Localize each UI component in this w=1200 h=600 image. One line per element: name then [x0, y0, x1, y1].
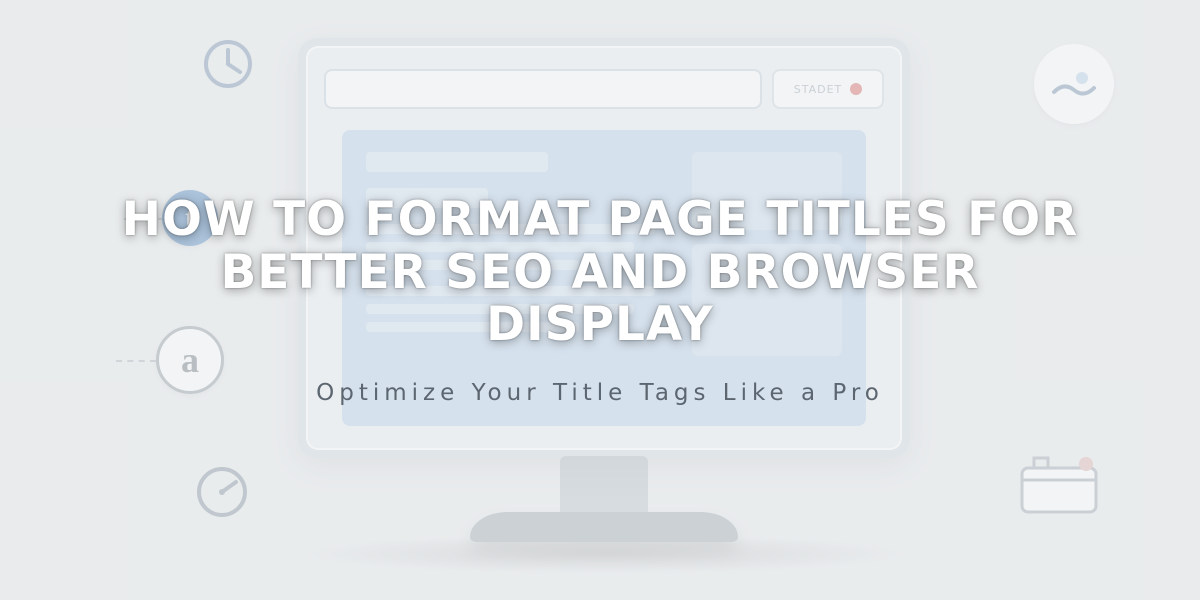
- hero-copy: HOW TO FORMAT PAGE TITLES FOR BETTER SEO…: [0, 0, 1200, 600]
- hero-subtitle: Optimize Your Title Tags Like a Pro: [316, 380, 884, 406]
- hero-banner: t a STADET: [0, 0, 1200, 600]
- hero-title: HOW TO FORMAT PAGE TITLES FOR BETTER SEO…: [100, 194, 1100, 352]
